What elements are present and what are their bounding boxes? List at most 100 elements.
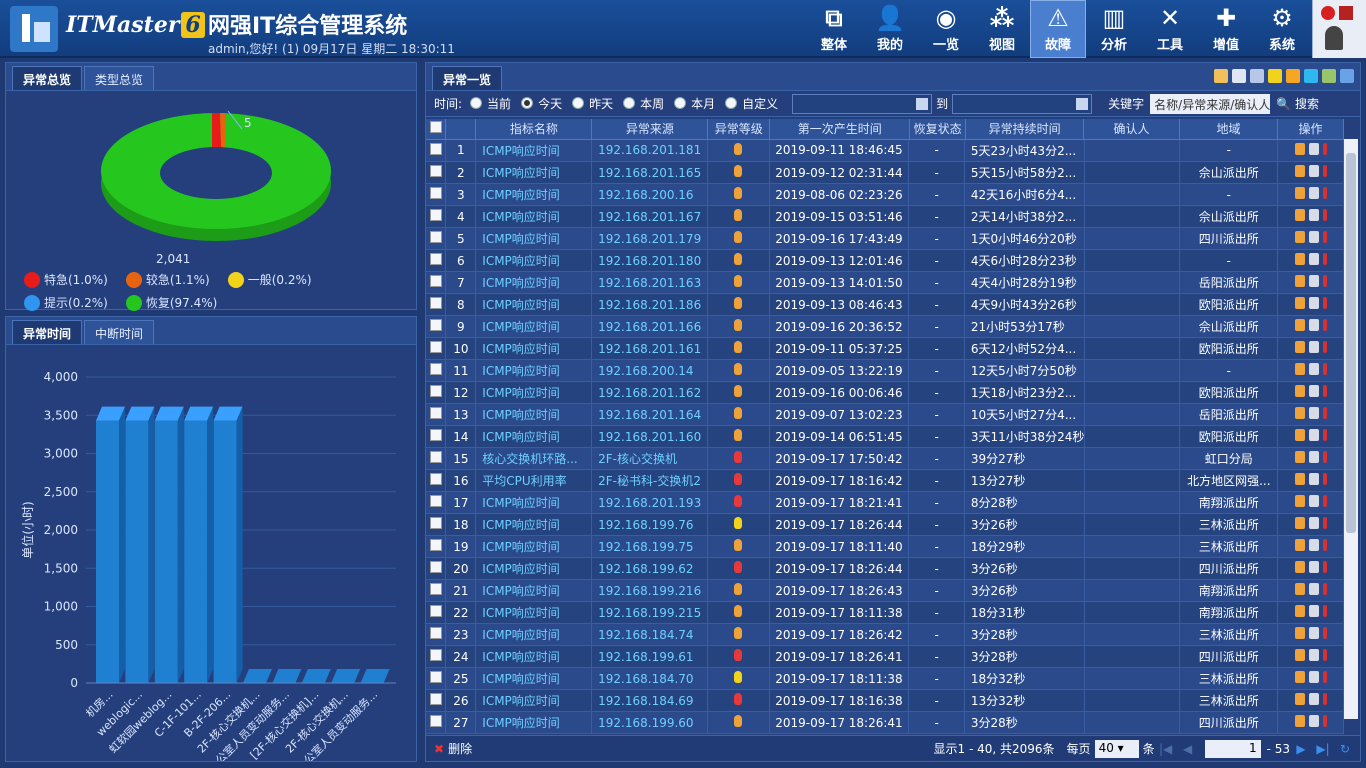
- calendar-icon[interactable]: [1076, 97, 1089, 110]
- source-link[interactable]: 192.168.201.166: [591, 315, 709, 338]
- page-input[interactable]: 1: [1204, 739, 1261, 758]
- hand-icon[interactable]: [1294, 319, 1305, 331]
- source-link[interactable]: 192.168.201.164: [591, 403, 709, 426]
- source-link[interactable]: 192.168.201.186: [591, 293, 709, 316]
- edit-icon[interactable]: [1308, 319, 1319, 331]
- col-level[interactable]: 异常等级: [707, 119, 771, 140]
- edit-icon[interactable]: [1308, 363, 1319, 375]
- edit-icon[interactable]: [1308, 693, 1319, 705]
- time-radio-5[interactable]: 自定义: [725, 95, 778, 112]
- nav-item-5[interactable]: ▥ 分析: [1086, 0, 1142, 58]
- metric-name-link[interactable]: ICMP响应时间: [475, 535, 593, 558]
- metric-name-link[interactable]: 核心交换机环路...: [475, 447, 593, 470]
- hand-icon[interactable]: [1294, 627, 1305, 639]
- legend-item[interactable]: 恢复(97.4%): [125, 294, 217, 311]
- bar[interactable]: [272, 669, 302, 683]
- legend-item[interactable]: 特急(1.0%): [24, 271, 108, 288]
- nav-item-2[interactable]: ◉ 一览: [918, 0, 974, 58]
- hand-icon[interactable]: [1294, 583, 1305, 595]
- close-icon[interactable]: [1322, 451, 1327, 463]
- edit-icon[interactable]: [1308, 627, 1319, 639]
- hand-icon[interactable]: [1294, 231, 1305, 243]
- source-link[interactable]: 192.168.201.161: [591, 337, 709, 360]
- nav-item-3[interactable]: ⁂ 视图: [974, 0, 1030, 58]
- row-checkbox[interactable]: [426, 315, 447, 338]
- table-row[interactable]: 18 ICMP响应时间 192.168.199.76 2019-09-17 18:26…: [426, 513, 1344, 536]
- row-checkbox[interactable]: [426, 293, 447, 316]
- table-row[interactable]: 23 ICMP响应时间 192.168.184.74 2019-09-17 18:26…: [426, 623, 1344, 646]
- metric-name-link[interactable]: ICMP响应时间: [475, 227, 593, 250]
- time-radio-0[interactable]: 当前: [470, 95, 511, 112]
- close-icon[interactable]: [1322, 671, 1327, 683]
- metric-name-link[interactable]: ICMP响应时间: [475, 249, 593, 272]
- edit-icon[interactable]: [1308, 539, 1319, 551]
- metric-name-link[interactable]: ICMP响应时间: [475, 513, 593, 536]
- row-checkbox[interactable]: [426, 601, 447, 624]
- hand-icon[interactable]: [1294, 363, 1305, 375]
- close-icon[interactable]: [1322, 165, 1327, 177]
- edit-icon[interactable]: [1308, 671, 1319, 683]
- time-radio-1[interactable]: 今天: [521, 95, 562, 112]
- close-icon[interactable]: [1322, 231, 1327, 243]
- radio-circle[interactable]: [674, 97, 687, 110]
- table-row[interactable]: 14 ICMP响应时间 192.168.201.160 2019-09-14 06:5…: [426, 425, 1344, 448]
- table-row[interactable]: 12 ICMP响应时间 192.168.201.162 2019-09-16 00:0…: [426, 381, 1344, 404]
- edit-icon[interactable]: [1308, 473, 1319, 485]
- close-icon[interactable]: [1322, 517, 1327, 529]
- search-button[interactable]: 🔍 搜索: [1276, 95, 1319, 112]
- prev-page-button[interactable]: ◀: [1181, 742, 1195, 756]
- row-checkbox[interactable]: [426, 359, 447, 382]
- col-source[interactable]: 异常来源: [591, 119, 709, 140]
- hand-icon[interactable]: [1294, 715, 1305, 727]
- close-icon[interactable]: [1322, 473, 1327, 485]
- source-link[interactable]: 192.168.200.16: [591, 183, 709, 206]
- edit-icon[interactable]: [1308, 341, 1319, 353]
- col-duration[interactable]: 异常持续时间: [965, 119, 1085, 140]
- exit-icon[interactable]: [1339, 6, 1353, 20]
- close-icon[interactable]: [1322, 539, 1327, 551]
- col-confirmer[interactable]: 确认人: [1083, 119, 1180, 140]
- hand-icon[interactable]: [1294, 495, 1305, 507]
- bar[interactable]: [243, 669, 272, 683]
- close-icon[interactable]: [1322, 319, 1327, 331]
- table-row[interactable]: 17 ICMP响应时间 192.168.201.193 2019-09-17 18:2…: [426, 491, 1344, 514]
- source-link[interactable]: 192.168.184.69: [591, 689, 709, 712]
- table-row[interactable]: 10 ICMP响应时间 192.168.201.161 2019-09-11 05:3…: [426, 337, 1344, 360]
- hand-icon[interactable]: [1294, 649, 1305, 661]
- source-link[interactable]: 192.168.199.62: [591, 557, 709, 580]
- edit-icon[interactable]: [1308, 649, 1319, 661]
- row-checkbox[interactable]: [426, 249, 447, 272]
- col-recovery[interactable]: 恢复状态: [909, 119, 967, 140]
- nav-item-4[interactable]: ⚠ 故障: [1030, 0, 1086, 58]
- source-link[interactable]: 2F-核心交换机: [591, 447, 709, 470]
- row-checkbox[interactable]: [426, 579, 447, 602]
- hand-icon[interactable]: [1294, 605, 1305, 617]
- close-icon[interactable]: [1322, 142, 1327, 155]
- edit-icon[interactable]: [1308, 605, 1319, 617]
- table-row[interactable]: 26 ICMP响应时间 192.168.184.69 2019-09-17 18:16…: [426, 689, 1344, 712]
- source-link[interactable]: 192.168.184.70: [591, 667, 709, 690]
- source-link[interactable]: 192.168.201.163: [591, 271, 709, 294]
- close-icon[interactable]: [1322, 341, 1327, 353]
- close-icon[interactable]: [1322, 407, 1327, 419]
- close-icon[interactable]: [1322, 385, 1327, 397]
- source-link[interactable]: 192.168.199.61: [591, 645, 709, 668]
- row-checkbox[interactable]: [426, 425, 447, 448]
- start-date-input[interactable]: [792, 93, 933, 114]
- metric-name-link[interactable]: ICMP响应时间: [475, 667, 593, 690]
- close-icon[interactable]: [1322, 429, 1327, 441]
- metric-name-link[interactable]: ICMP响应时间: [475, 491, 593, 514]
- source-link[interactable]: 192.168.201.181: [591, 139, 709, 162]
- confirm-pen-icon[interactable]: [1286, 69, 1300, 83]
- hand-icon[interactable]: [1294, 517, 1305, 529]
- nav-item-0[interactable]: ⧉ 整体: [806, 0, 862, 58]
- check-icon[interactable]: [1304, 69, 1318, 83]
- nav-item-8[interactable]: ⚙ 系统: [1254, 0, 1310, 58]
- source-link[interactable]: 192.168.201.180: [591, 249, 709, 272]
- source-link[interactable]: 2F-秘书科-交换机2: [591, 469, 709, 492]
- scroll-thumb[interactable]: [1346, 153, 1356, 533]
- metric-name-link[interactable]: ICMP响应时间: [475, 689, 593, 712]
- tab-type-overview[interactable]: 类型总览: [84, 66, 155, 90]
- time-radio-2[interactable]: 昨天: [572, 95, 613, 112]
- table-row[interactable]: 25 ICMP响应时间 192.168.184.70 2019-09-17 18:11…: [426, 667, 1344, 690]
